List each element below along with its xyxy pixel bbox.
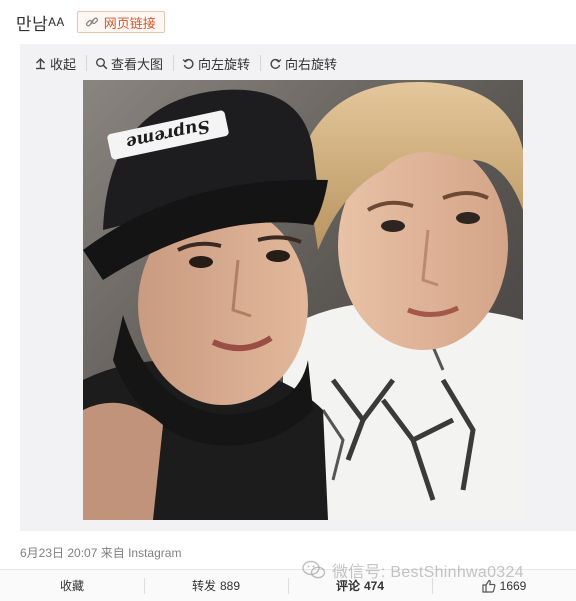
link-icon: [85, 17, 98, 27]
post-meta: 6月23日 20:07 来自 Instagram: [20, 544, 181, 561]
collapse-button[interactable]: 收起: [34, 55, 88, 72]
rotate-left-button[interactable]: 向左旋转: [182, 55, 262, 72]
magnifier-icon: [96, 57, 108, 69]
rotate-left-label: 向左旋转: [198, 56, 251, 72]
source-prefix: 来自: [100, 546, 125, 560]
collapse-label: 收起: [50, 56, 77, 72]
watermark-text: 微信号: BestShinhwa0324: [332, 564, 524, 581]
post-source[interactable]: Instagram: [128, 546, 181, 560]
favorite-label: 收藏: [59, 579, 84, 593]
web-link-label: 网页链接: [103, 15, 156, 31]
repost-count: 889: [219, 578, 241, 593]
post-timestamp[interactable]: 6月23日 20:07: [20, 546, 97, 560]
view-large-button[interactable]: 查看大图: [95, 55, 175, 72]
media-expanded-panel: 收起 查看大图 向左旋转 向右旋转 Supreme: [20, 44, 576, 531]
view-large-label: 查看大图: [111, 56, 164, 72]
rotate-right-icon: [270, 58, 282, 69]
repost-label: 转发: [191, 579, 216, 593]
rotate-right-button[interactable]: 向右旋转: [269, 55, 347, 72]
favorite-button[interactable]: 收藏: [0, 570, 144, 601]
wechat-watermark: 微信号: BestShinhwa0324: [302, 558, 524, 582]
repost-button[interactable]: 转发 889: [144, 570, 288, 601]
image-toolbar: 收起 查看大图 向左旋转 向右旋转: [20, 44, 576, 82]
author-name[interactable]: 만남ᴬᴬ: [16, 10, 65, 35]
wechat-icon: [302, 560, 326, 579]
web-link-button[interactable]: 网页链接: [76, 11, 165, 33]
selfie-illustration: Supreme: [83, 80, 523, 520]
post-photo[interactable]: Supreme: [83, 80, 523, 520]
collapse-arrow-icon: [36, 57, 45, 69]
post-header: 만남ᴬᴬ 网页链接: [0, 0, 576, 44]
rotate-left-icon: [182, 58, 194, 69]
rotate-right-label: 向右旋转: [285, 56, 338, 72]
